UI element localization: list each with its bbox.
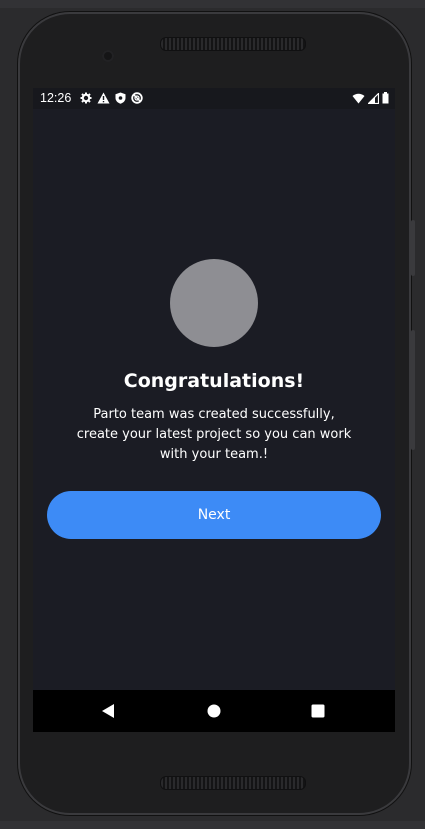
recents-icon[interactable]	[308, 701, 328, 721]
emulator-stage: 12:26 Congratulations! Parto team was cr…	[0, 0, 425, 829]
message-line: with your team.!	[159, 447, 269, 462]
home-icon[interactable]	[204, 701, 224, 721]
message-line: create your latest project so you can wo…	[76, 427, 352, 442]
navigation-bar	[33, 690, 395, 732]
status-time: 12:26	[40, 91, 72, 105]
device-screen: 12:26 Congratulations! Parto team was cr…	[33, 88, 395, 732]
window-bottom-edge	[0, 821, 425, 829]
page-title: Congratulations!	[123, 370, 305, 392]
battery-icon	[382, 92, 389, 107]
volume-button[interactable]	[411, 220, 415, 276]
front-camera	[102, 50, 114, 62]
signal-icon	[367, 91, 380, 107]
notification-icons	[80, 92, 143, 107]
status-bar: 12:26	[33, 88, 395, 109]
shield-icon	[115, 92, 126, 107]
top-speaker-grille	[160, 37, 306, 51]
back-icon[interactable]	[98, 701, 118, 721]
success-message: Parto team was created successfully, cre…	[63, 405, 365, 465]
no-sync-icon	[131, 92, 143, 107]
message-line: Parto team was created successfully,	[93, 407, 335, 422]
power-button[interactable]	[411, 330, 415, 450]
warning-icon	[97, 92, 110, 107]
wifi-icon	[352, 93, 365, 107]
window-top-edge	[0, 0, 425, 8]
system-status-icons	[352, 91, 389, 107]
bottom-speaker-grille	[160, 776, 306, 790]
next-button[interactable]: Next	[47, 491, 381, 539]
gear-icon	[80, 92, 92, 107]
team-avatar-placeholder	[170, 259, 258, 347]
